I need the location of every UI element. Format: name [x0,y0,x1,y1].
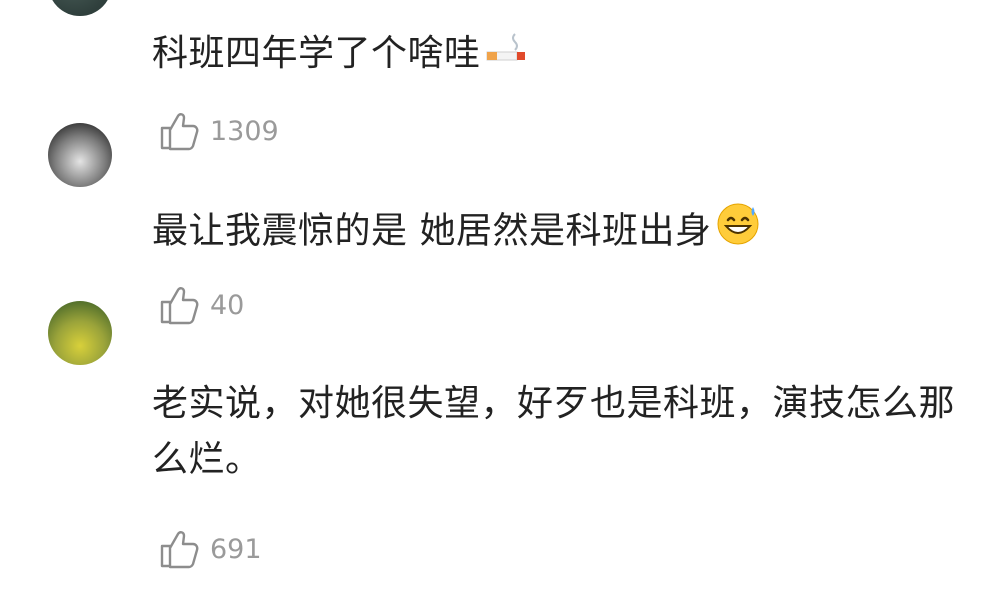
like-button[interactable]: 40 [158,283,244,327]
grinning-sweat-emoji [715,201,761,264]
like-button[interactable]: 691 [158,527,262,571]
comment-text-content: 科班四年学了个啥哇 [152,33,481,74]
thumbs-up-icon [160,531,199,569]
comment-text: 老实说，对她很失望，好歹也是科班，演技怎么那么烂。 [152,383,956,480]
cigarette-emoji [485,27,529,83]
thumbs-up-icon [160,113,199,151]
thumbs-up-icon [160,287,199,325]
avatar[interactable] [48,0,112,16]
like-count: 691 [210,533,262,565]
comment-text: 科班四年学了个啥哇 [152,26,529,83]
like-count: 1309 [210,115,279,147]
avatar[interactable] [48,301,112,365]
comment-text-content: 最让我震惊的是 她居然是科班出身 [152,210,712,252]
like-count: 40 [210,289,245,321]
comment-text: 最让我震惊的是 她居然是科班出身 [152,201,761,264]
avatar[interactable] [48,123,112,187]
like-button[interactable]: 1309 [158,109,279,153]
